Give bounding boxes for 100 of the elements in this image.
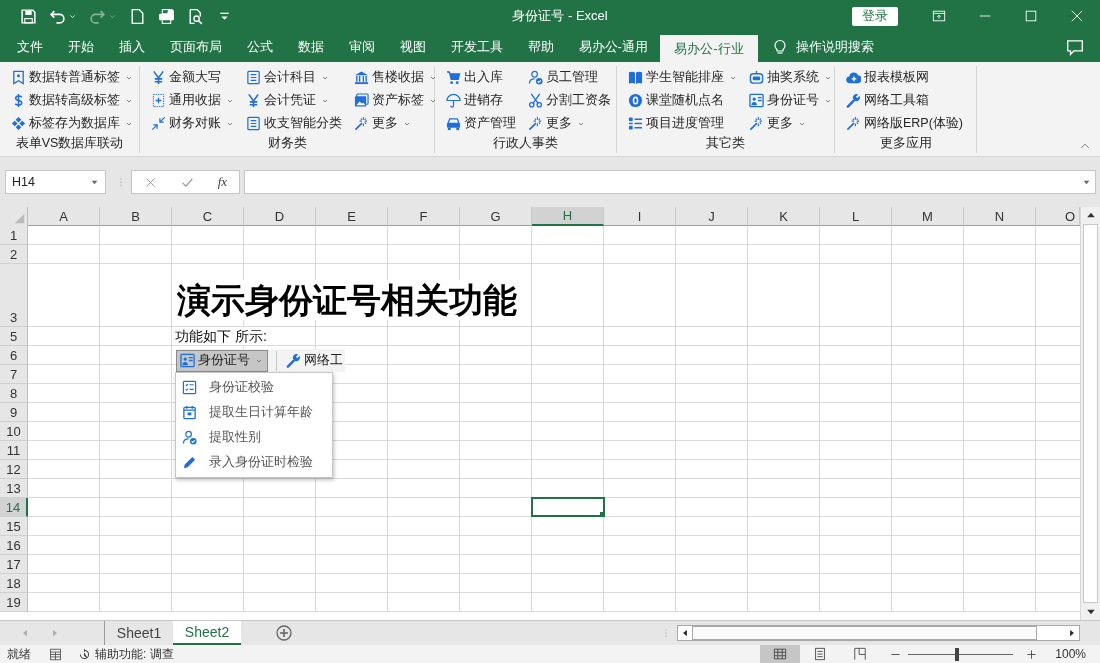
zoom-level[interactable]: 100% <box>1055 647 1086 661</box>
maximize-icon[interactable] <box>1024 9 1038 23</box>
active-cell[interactable] <box>531 497 605 517</box>
ribbon-tab[interactable]: 公式 <box>234 32 285 62</box>
menu-item[interactable]: 提取性别 <box>176 425 332 450</box>
view-button[interactable] <box>760 645 801 663</box>
ribbon-button[interactable]: 进销存 <box>443 89 519 112</box>
row-header[interactable]: 3 <box>0 264 28 327</box>
ribbon-tab[interactable]: 插入 <box>106 32 157 62</box>
ribbon-button[interactable]: 网络工具箱 <box>843 89 967 112</box>
column-header[interactable]: A <box>28 207 100 226</box>
column-header[interactable]: J <box>676 207 748 226</box>
column-header[interactable]: G <box>460 207 532 226</box>
formula-input[interactable] <box>244 170 1096 194</box>
row-header[interactable]: 16 <box>0 536 28 555</box>
cancel-icon[interactable] <box>143 175 157 189</box>
ribbon-tab[interactable]: 易办公-行业 <box>660 35 758 62</box>
tell-me-search[interactable]: 操作说明搜索 <box>795 38 874 56</box>
row-header[interactable]: 8 <box>0 384 28 403</box>
ribbon-button[interactable]: 数据转普通标签 <box>8 66 136 89</box>
ribbon-button[interactable]: 学生智能排座 <box>625 66 740 89</box>
row-header[interactable]: 11 <box>0 441 28 460</box>
add-sheet-icon[interactable] <box>276 625 292 641</box>
close-icon[interactable] <box>1070 9 1084 23</box>
print-preview-icon[interactable] <box>187 7 204 25</box>
ribbon-button[interactable]: 金额大写 <box>148 66 237 89</box>
menu-item[interactable]: 录入身份证时检验 <box>176 450 332 475</box>
ribbon-button[interactable]: 身份证号 <box>176 349 268 372</box>
row-header[interactable]: 9 <box>0 403 28 422</box>
ribbon-tab[interactable]: 数据 <box>285 32 336 62</box>
ribbon-button[interactable]: 网络版ERP(体验) <box>843 112 967 135</box>
ribbon-button[interactable]: 资产管理 <box>443 112 519 135</box>
row-header[interactable]: 5 <box>0 327 28 346</box>
ribbon-button[interactable]: 财务对账 <box>148 112 237 135</box>
accessibility-status[interactable]: 辅助功能: 调查 <box>95 645 174 663</box>
slider-thumb[interactable] <box>954 647 959 661</box>
column-header[interactable]: K <box>748 207 820 226</box>
ribbon-button[interactable]: 更多 <box>525 112 614 135</box>
ribbon-button[interactable]: 员工管理 <box>525 66 614 89</box>
ribbon-display-icon[interactable] <box>932 9 946 23</box>
row-header[interactable]: 7 <box>0 365 28 384</box>
row-header[interactable]: 2 <box>0 245 28 264</box>
ribbon-button[interactable]: 收支智能分类 <box>243 112 345 135</box>
row-header[interactable]: 10 <box>0 422 28 441</box>
column-header[interactable]: E <box>316 207 388 226</box>
document-icon[interactable] <box>129 7 146 25</box>
ribbon-button[interactable]: 项目进度管理 <box>625 112 740 135</box>
menu-item[interactable]: 身份证校验 <box>176 375 332 400</box>
column-header[interactable]: B <box>100 207 172 226</box>
row-header[interactable]: 19 <box>0 593 28 612</box>
row-header[interactable]: 12 <box>0 460 28 479</box>
row-header[interactable]: 13 <box>0 479 28 498</box>
ribbon-tab[interactable]: 开发工具 <box>438 32 515 62</box>
name-box[interactable]: H14 <box>5 170 106 194</box>
ribbon-button[interactable]: 标签存为数据库 <box>8 112 136 135</box>
zoom-in-icon[interactable] <box>1026 648 1038 660</box>
ribbon-tab[interactable]: 页面布局 <box>157 32 234 62</box>
column-header[interactable]: M <box>892 207 964 226</box>
lightbulb-icon[interactable] <box>771 38 788 56</box>
row-header[interactable]: 14 <box>0 498 28 517</box>
ribbon-button[interactable]: 抽奖系统 <box>746 66 835 89</box>
ribbon-button[interactable]: 更多 <box>746 112 835 135</box>
ribbon-button[interactable]: 身份证号 <box>746 89 835 112</box>
ribbon-button[interactable]: 分割工资条 <box>525 89 614 112</box>
column-header[interactable]: O <box>1036 207 1080 226</box>
insert-function-button[interactable]: fx <box>217 174 228 190</box>
login-button[interactable]: 登录 <box>852 6 898 26</box>
row-header[interactable]: 15 <box>0 517 28 536</box>
ribbon-tab[interactable]: 开始 <box>55 32 106 62</box>
row-header[interactable]: 1 <box>0 226 28 245</box>
column-header[interactable]: D <box>244 207 316 226</box>
column-header[interactable]: I <box>604 207 676 226</box>
column-header[interactable]: H <box>532 207 604 226</box>
menu-item[interactable]: 提取生日计算年龄 <box>176 400 332 425</box>
ribbon-button[interactable]: 会计凭证 <box>243 89 345 112</box>
ribbon-button[interactable]: 更多 <box>351 112 440 135</box>
ribbon-tab[interactable]: 视图 <box>387 32 438 62</box>
ribbon-tab[interactable]: 审阅 <box>336 32 387 62</box>
row-header[interactable]: 17 <box>0 555 28 574</box>
column-header[interactable]: N <box>964 207 1036 226</box>
save-icon[interactable] <box>20 7 37 25</box>
printer-icon[interactable] <box>158 7 175 25</box>
row-header[interactable]: 18 <box>0 574 28 593</box>
ribbon-button[interactable]: 报表模板网 <box>843 66 967 89</box>
horizontal-scrollbar[interactable] <box>677 625 1080 641</box>
ribbon-button[interactable]: 会计科目 <box>243 66 345 89</box>
collapse-icon[interactable] <box>1078 141 1092 151</box>
sheet-tab[interactable]: Sheet1 <box>105 621 173 645</box>
vertical-scrollbar[interactable] <box>1080 207 1100 620</box>
ribbon-button[interactable]: 课堂随机点名 <box>625 89 740 112</box>
ribbon-tab[interactable]: 文件 <box>4 32 55 62</box>
column-header[interactable]: C <box>172 207 244 226</box>
ribbon-button[interactable]: 通用收据 <box>148 89 237 112</box>
ribbon-button[interactable]: 出入库 <box>443 66 519 89</box>
ribbon-button[interactable]: 资产标签 <box>351 89 440 112</box>
ribbon-button[interactable]: 售楼收据 <box>351 66 440 89</box>
ribbon-button[interactable]: 网络工 <box>286 352 343 369</box>
ribbon-tab[interactable]: 帮助 <box>515 32 566 62</box>
sheet-tab[interactable]: Sheet2 <box>173 621 241 645</box>
ribbon-tab[interactable]: 易办公-通用 <box>566 32 661 62</box>
